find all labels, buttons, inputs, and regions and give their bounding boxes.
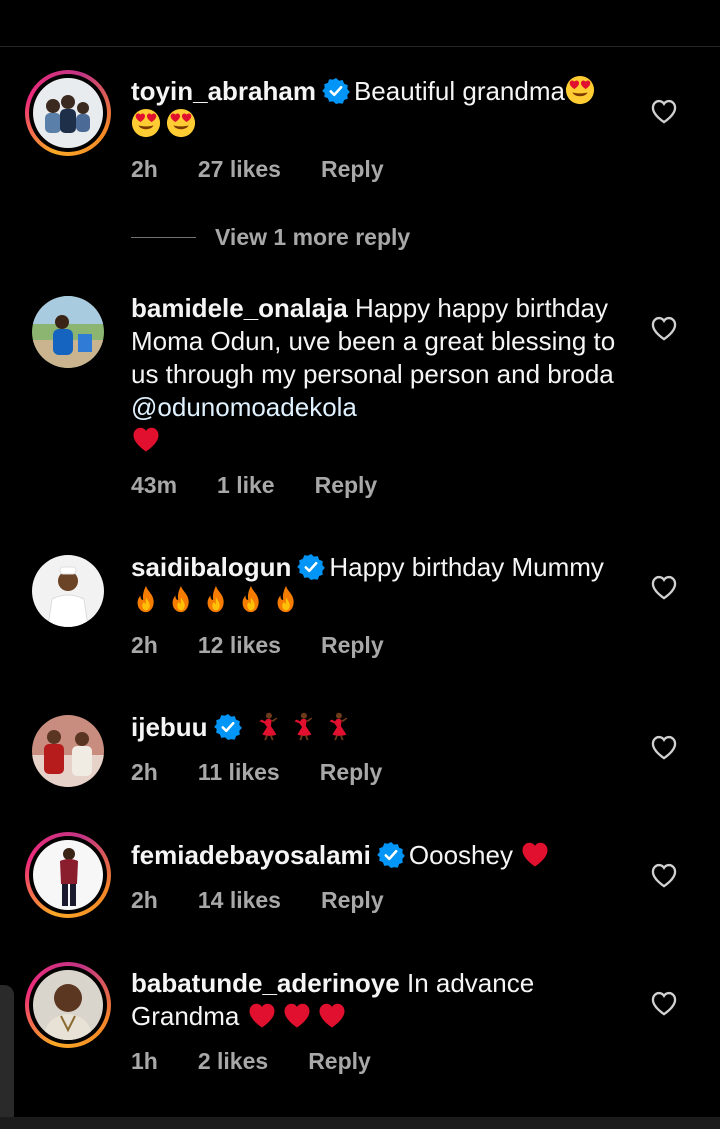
like-heart-icon[interactable] (650, 990, 678, 1016)
avatar[interactable] (25, 70, 111, 156)
avatar-photo (33, 78, 103, 148)
comment-time: 43m (131, 472, 178, 498)
view-more-label[interactable]: View 1 more reply (215, 224, 410, 251)
view-more-replies[interactable]: View 1 more reply (131, 224, 410, 251)
avatar-photo (33, 970, 103, 1040)
red-heart-icon (282, 1000, 312, 1030)
verified-badge-icon (322, 77, 350, 105)
bottom-bar (0, 1117, 720, 1129)
fire-icon (201, 584, 231, 614)
comment-time: 2h (131, 887, 158, 913)
verified-badge-icon (214, 713, 242, 741)
reply-button[interactable]: Reply (308, 1048, 371, 1075)
comment-meta: 2h 14 likes Reply (131, 887, 424, 914)
reply-button[interactable]: Reply (315, 472, 378, 499)
avatar[interactable] (32, 555, 104, 627)
avatar-photo (32, 555, 104, 627)
red-heart-icon (317, 1000, 347, 1030)
comment-time: 2h (131, 156, 158, 182)
comment-likes[interactable]: 12 likes (198, 632, 281, 659)
comment-body: toyin_abraham Beautiful grandma (131, 75, 631, 141)
comment-meta: 43m 1 like Reply (131, 472, 417, 499)
like-heart-icon[interactable] (650, 862, 678, 888)
verified-badge-icon (297, 553, 325, 581)
avatar-photo (33, 840, 103, 910)
comment-username[interactable]: saidibalogun (131, 552, 291, 582)
comment-username[interactable]: toyin_abraham (131, 76, 316, 106)
comment-username[interactable]: ijebuu (131, 712, 208, 742)
comment-username[interactable]: femiadebayosalami (131, 840, 371, 870)
like-heart-icon[interactable] (650, 315, 678, 341)
woman-dancing-icon (288, 711, 318, 741)
comment-text: Happy birthday Mummy (329, 552, 604, 582)
comment-likes[interactable]: 27 likes (198, 156, 281, 183)
fire-icon (236, 584, 266, 614)
comment-time: 2h (131, 632, 158, 658)
top-divider (0, 46, 720, 47)
mention-link[interactable]: @odunomoadekola (131, 392, 357, 422)
view-more-line (131, 237, 196, 238)
comment-body: babatunde_aderinoye In advance Grandma (131, 967, 631, 1033)
smiling-face-with-heart-eyes-icon (565, 75, 595, 105)
comment-text: Beautiful grandma (353, 76, 565, 106)
comment-time: 2h (131, 759, 158, 785)
comment-text: Oooshey (408, 840, 513, 870)
edge-scroll-handle[interactable] (0, 985, 14, 1125)
red-heart-icon (520, 839, 550, 869)
comment-username[interactable]: bamidele_onalaja (131, 293, 348, 323)
fire-icon (271, 584, 301, 614)
woman-dancing-icon (323, 711, 353, 741)
woman-dancing-icon (253, 711, 283, 741)
comment-meta: 2h 12 likes Reply (131, 632, 424, 659)
comment-username[interactable]: babatunde_aderinoye (131, 968, 400, 998)
red-heart-icon (131, 424, 161, 454)
comment-body: femiadebayosalami Oooshey (131, 839, 631, 872)
comment-body: saidibalogun Happy birthday Mummy (131, 551, 631, 617)
comment-meta: 2h 27 likes Reply (131, 156, 424, 183)
smiling-face-with-heart-eyes-icon (131, 108, 161, 138)
avatar[interactable] (32, 296, 104, 368)
red-heart-icon (247, 1000, 277, 1030)
like-heart-icon[interactable] (650, 574, 678, 600)
comment-meta: 2h 11 likes Reply (131, 759, 422, 786)
avatar-photo (32, 296, 104, 368)
avatar[interactable] (25, 832, 111, 918)
comment-body: bamidele_onalaja Happy happy birthday Mo… (131, 292, 631, 457)
like-heart-icon[interactable] (650, 734, 678, 760)
fire-icon (131, 584, 161, 614)
comment-body: ijebuu (131, 711, 631, 744)
comment-likes[interactable]: 14 likes (198, 887, 281, 914)
comment-likes[interactable]: 1 like (217, 472, 275, 499)
comment-likes[interactable]: 11 likes (198, 759, 280, 786)
reply-button[interactable]: Reply (321, 887, 384, 914)
avatar-photo (32, 715, 104, 787)
comment-likes[interactable]: 2 likes (198, 1048, 268, 1075)
like-heart-icon[interactable] (650, 98, 678, 124)
reply-button[interactable]: Reply (321, 632, 384, 659)
comment-meta: 1h 2 likes Reply (131, 1048, 411, 1075)
reply-button[interactable]: Reply (320, 759, 383, 786)
avatar[interactable] (32, 715, 104, 787)
reply-button[interactable]: Reply (321, 156, 384, 183)
fire-icon (166, 584, 196, 614)
comment-time: 1h (131, 1048, 158, 1074)
verified-badge-icon (377, 841, 405, 869)
smiling-face-with-heart-eyes-icon (166, 108, 196, 138)
avatar[interactable] (25, 962, 111, 1048)
